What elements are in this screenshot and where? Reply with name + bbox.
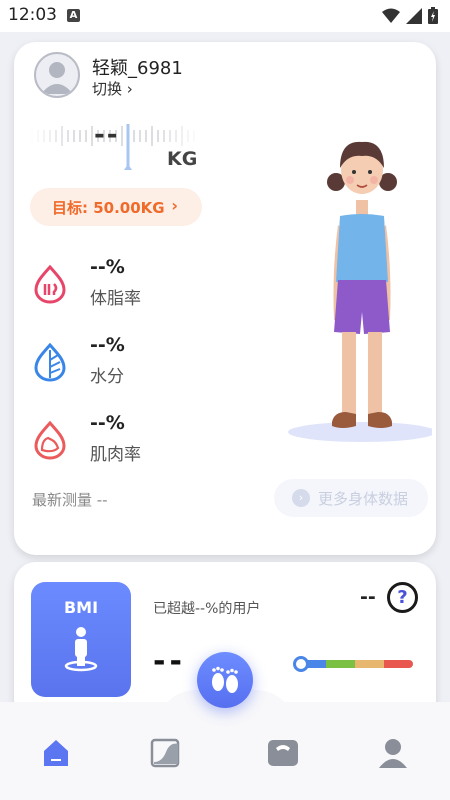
target-weight-button[interactable]: 目标: 50.00KG › <box>30 188 202 226</box>
bmi-exceed-text: 已超越--%的用户 <box>153 601 261 617</box>
bmi-scale-bar <box>297 660 413 668</box>
bmi-title: BMI <box>63 598 99 617</box>
arrow-right-icon: › <box>292 489 310 507</box>
home-icon <box>44 740 68 766</box>
target-weight-label: 目标: 50.00KG <box>52 198 165 217</box>
muscle-icon <box>34 420 66 460</box>
muscle-value: --% <box>90 412 125 434</box>
help-question-icon[interactable]: ? <box>387 582 418 613</box>
latest-measure: 最新测量 -- <box>32 491 108 509</box>
muscle-label: 肌肉率 <box>90 445 141 465</box>
body-fat-icon <box>34 264 66 304</box>
username: 轻颖_6981 <box>92 58 183 79</box>
nav-scale[interactable] <box>267 738 299 770</box>
status-icons <box>382 7 438 24</box>
bmi-value: -- <box>153 644 186 679</box>
switch-user-link[interactable]: 切换 › <box>92 78 133 99</box>
user-avatar[interactable] <box>34 52 80 98</box>
body-data-card: 轻颖_6981 切换 › -- KG 目标: 50.00KG › --% 体脂率… <box>14 42 436 555</box>
bmi-status-value: -- <box>360 586 376 608</box>
weight-value: -- <box>94 120 120 150</box>
more-body-data-label: 更多身体数据 <box>318 489 409 508</box>
bmi-scale-segment-over <box>355 660 384 668</box>
scale-icon <box>268 740 298 766</box>
water-label: 水分 <box>90 367 124 387</box>
nav-profile[interactable] <box>377 738 409 770</box>
bmi-scale-segment-normal <box>326 660 355 668</box>
chevron-right-icon: › <box>171 196 178 215</box>
footprints-icon <box>212 666 238 693</box>
signal-icon <box>406 7 422 24</box>
status-bar: 12:03 A <box>0 0 450 32</box>
body-fat-label: 体脂率 <box>90 289 141 309</box>
water-leaf-icon <box>34 342 66 382</box>
bmi-scale-knob <box>293 656 309 672</box>
water-value: --% <box>90 334 125 356</box>
weight-unit: KG <box>167 148 198 170</box>
chart-icon <box>150 738 180 768</box>
metric-body-fat[interactable]: --% 体脂率 <box>32 256 232 316</box>
body-avatar-illustration <box>288 141 432 442</box>
default-avatar-icon <box>41 62 73 94</box>
person-icon <box>379 739 407 768</box>
status-time: 12:03 <box>8 5 57 25</box>
bmi-scale-segment-obese <box>384 660 413 668</box>
bmi-box[interactable]: BMI <box>31 582 131 697</box>
nav-trend[interactable] <box>150 738 182 770</box>
notification-a-icon: A <box>67 9 80 22</box>
more-body-data-button[interactable]: › 更多身体数据 <box>274 479 428 517</box>
battery-icon <box>428 7 438 24</box>
person-standing-icon <box>64 627 98 672</box>
measure-button[interactable] <box>197 652 253 708</box>
wifi-icon <box>382 8 400 23</box>
metric-water[interactable]: --% 水分 <box>32 334 232 394</box>
nav-home[interactable] <box>41 738 73 770</box>
metric-muscle[interactable]: --% 肌肉率 <box>32 412 232 472</box>
body-fat-value: --% <box>90 256 125 278</box>
